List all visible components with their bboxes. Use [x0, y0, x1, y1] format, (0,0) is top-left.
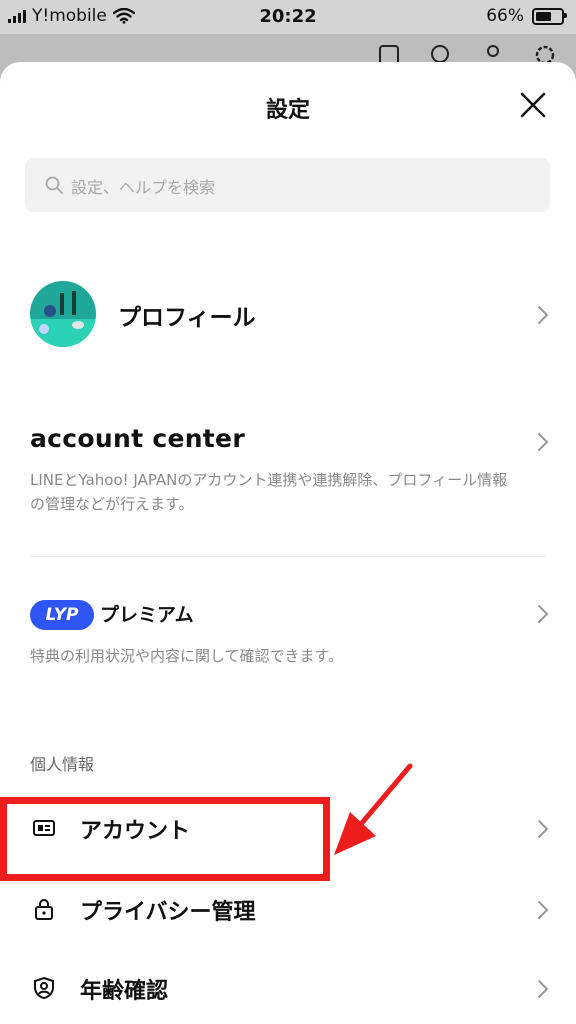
chevron-right-icon[interactable] [536, 978, 550, 1000]
chevron-right-icon[interactable] [536, 304, 550, 326]
lyp-description: 特典の利用状況や内容に関して確認できます。 [30, 647, 344, 665]
status-right: 66% [486, 6, 567, 26]
red-arrow-icon [334, 763, 413, 855]
lock-icon [35, 899, 53, 920]
status-bar: Y!mobile 20:22 66% [0, 0, 576, 34]
search-icon [45, 176, 63, 194]
account-center-title[interactable]: account center [30, 424, 245, 453]
chevron-right-icon[interactable] [536, 431, 550, 453]
search-input[interactable]: 設定、ヘルプを検索 [25, 158, 550, 212]
battery-percent: 66% [486, 6, 524, 26]
close-icon[interactable] [520, 92, 546, 118]
lyp-logo: LYP [30, 600, 94, 630]
chevron-right-icon[interactable] [536, 603, 550, 625]
chevron-right-icon[interactable] [536, 899, 550, 921]
account-center-description: LINEとYahoo! JAPANのアカウント連携や連携解除、プロフィール情報の… [30, 471, 508, 513]
divider [30, 556, 546, 557]
lyp-premium-label[interactable]: プレミアム [100, 600, 194, 630]
highlight-box [0, 797, 330, 881]
search-placeholder: 設定、ヘルプを検索 [71, 178, 216, 197]
menu-item-privacy[interactable]: プライバシー管理 [80, 894, 256, 926]
page-title: 設定 [265, 98, 310, 123]
menu-item-age-verification[interactable]: 年齢確認 [80, 973, 168, 1005]
battery-icon [532, 7, 567, 25]
avatar[interactable] [30, 281, 96, 347]
section-header-personal: 個人情報 [30, 755, 95, 774]
shield-person-icon [34, 976, 54, 1000]
chevron-right-icon[interactable] [536, 818, 550, 840]
profile-label[interactable]: プロフィール [118, 298, 256, 332]
